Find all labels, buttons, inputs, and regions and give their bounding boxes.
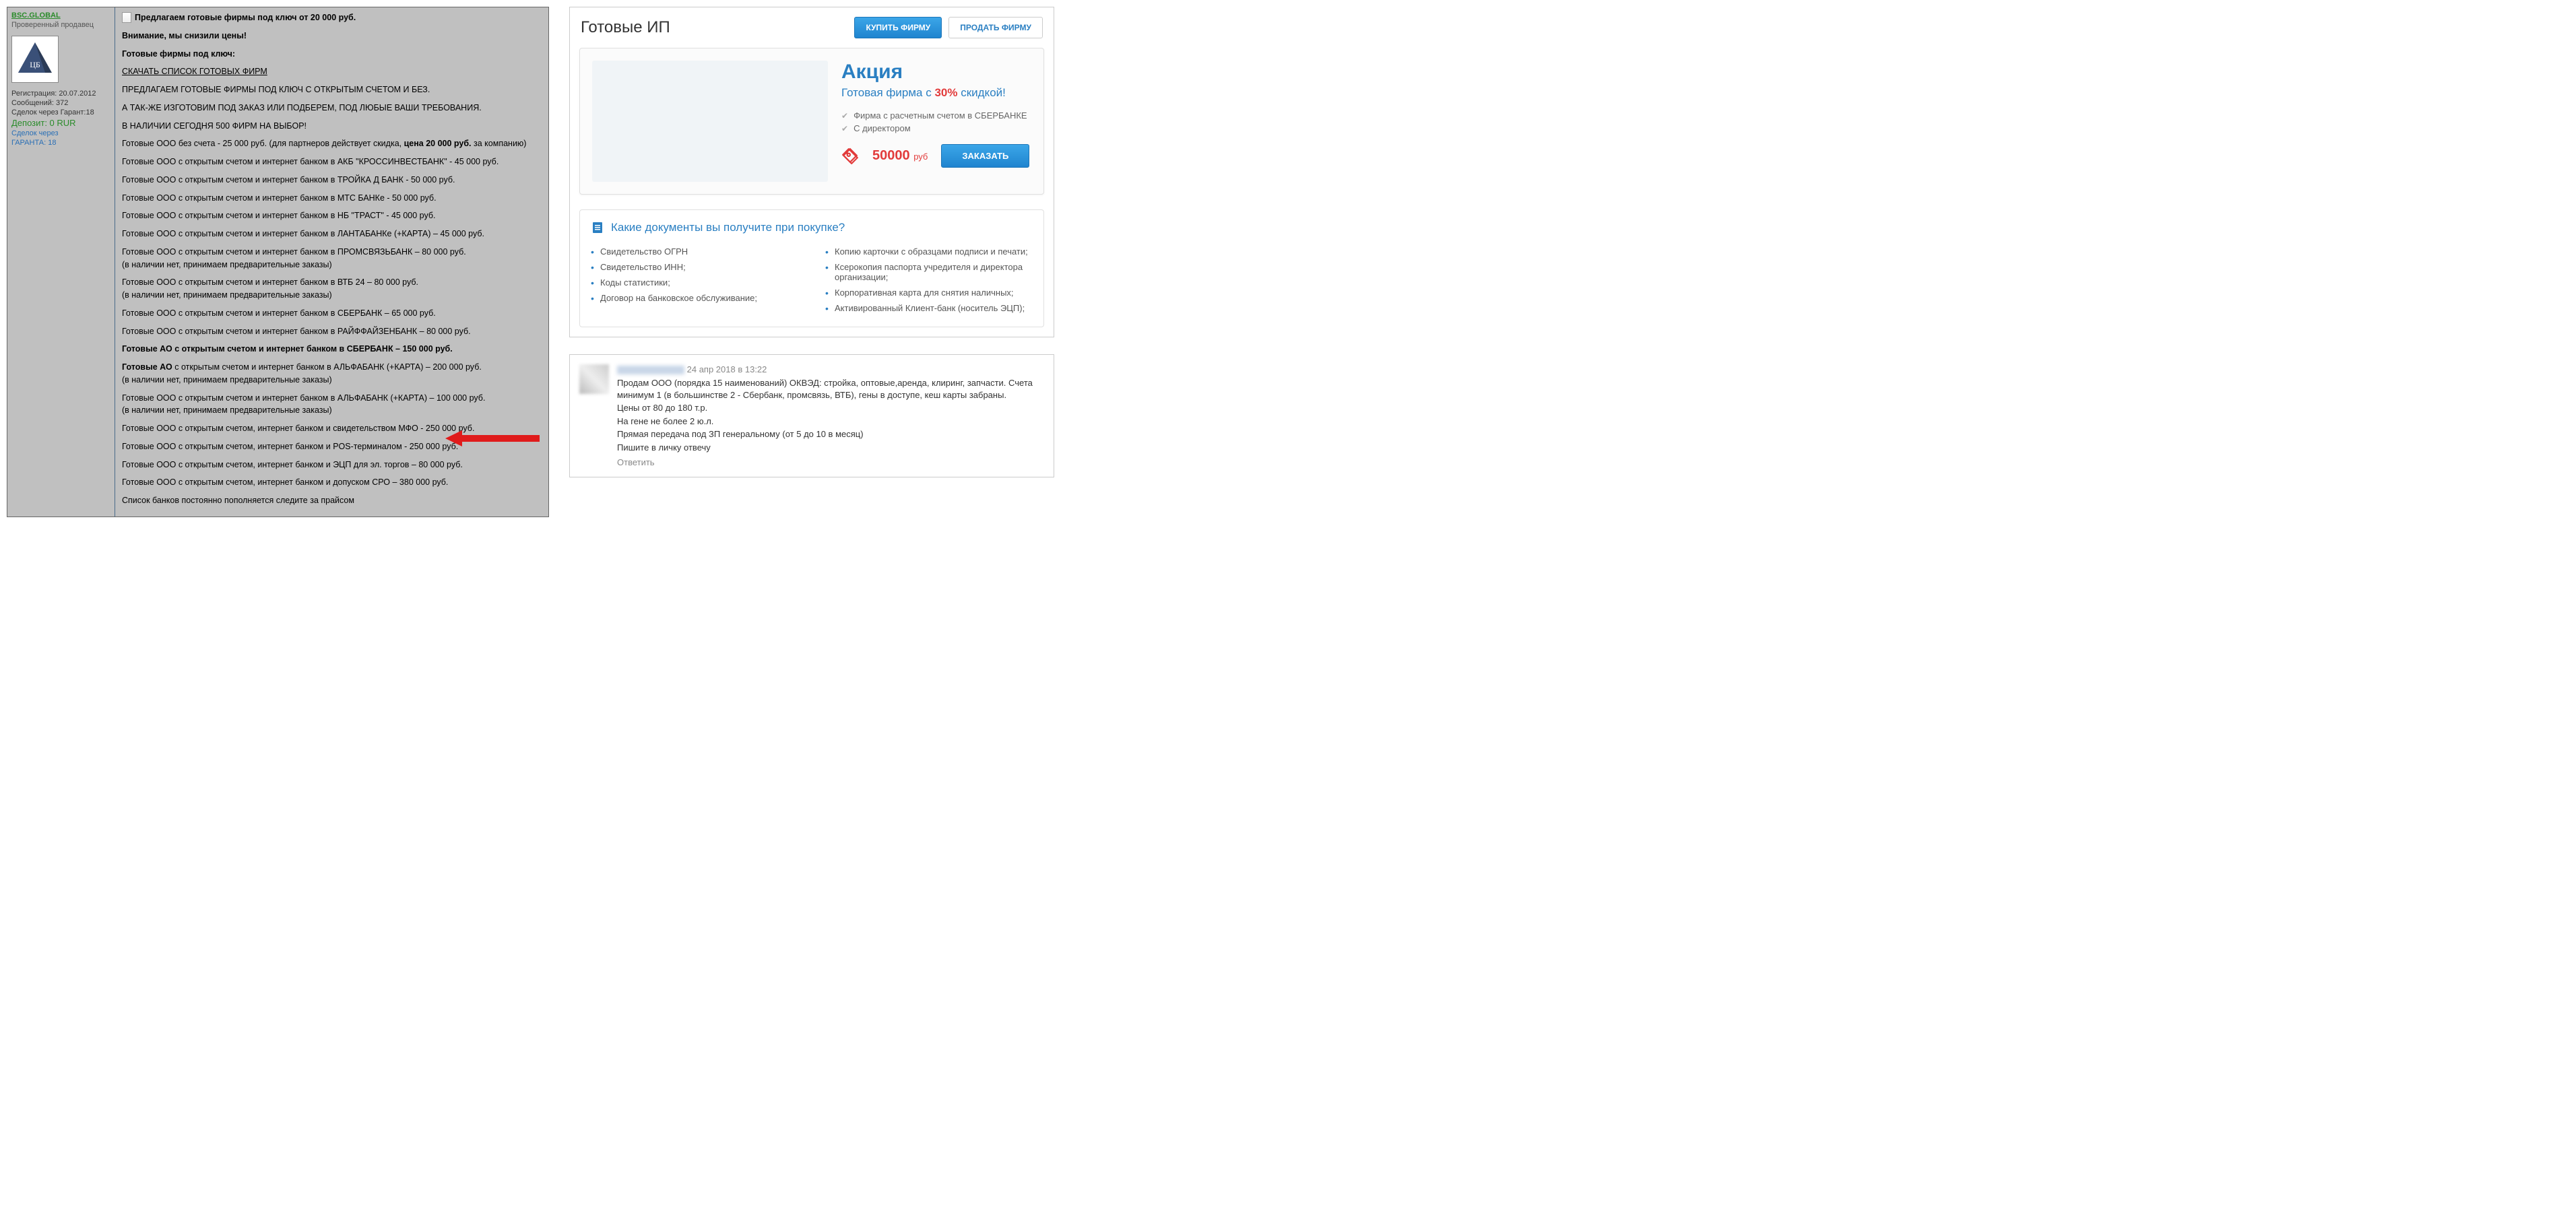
price-line: Готовые ООО с открытым счетом и интернет…	[122, 209, 542, 222]
post-line: А ТАК-ЖЕ ИЗГОТОВИМ ПОД ЗАКАЗ ИЛИ ПОДБЕРЕ…	[122, 102, 542, 114]
docs-list-left: Свидетельство ОГРН Свидетельство ИНН; Ко…	[591, 244, 798, 316]
attention-heading: Внимание, мы снизили цены!	[122, 30, 542, 42]
check-icon: ✔	[841, 124, 848, 133]
promo-heading: Акция	[841, 61, 1031, 84]
post-title: Предлагаем готовые фирмы под ключ от 20 …	[135, 11, 356, 24]
price-line: Готовые ООО с открытым счетом и интернет…	[122, 192, 542, 205]
document-icon	[122, 12, 131, 23]
price-line: Готовые ООО с открытым счетом и интернет…	[122, 276, 542, 302]
comment-date: 24 апр 2018 в 13:22	[687, 364, 767, 374]
price-tag-icon	[841, 147, 859, 165]
order-button[interactable]: ЗАКАЗАТЬ	[941, 144, 1029, 168]
svg-text:ЦБ: ЦБ	[30, 60, 40, 69]
promo-image-placeholder	[592, 61, 828, 182]
price-line: Список банков постоянно пополняется след…	[122, 494, 542, 507]
turnkey-heading: Готовые фирмы под ключ:	[122, 48, 542, 61]
price-line-bold: Готовые АО с открытым счетом и интернет …	[122, 343, 542, 356]
price-line: Готовые АО с открытым счетом и интернет …	[122, 361, 542, 387]
promo-price: 50000 руб	[872, 148, 928, 164]
price-line: Готовые ООО без счета - 25 000 руб. (для…	[122, 137, 542, 150]
post-line: В НАЛИЧИИ СЕГОДНЯ 500 ФИРМ НА ВЫБОР!	[122, 120, 542, 133]
seller-deals: Сделок через Гарант:18	[11, 108, 110, 117]
social-comment: 24 апр 2018 в 13:22 Продам ООО (порядка …	[569, 354, 1054, 477]
docs-heading: Какие документы вы получите при покупке?	[611, 221, 845, 234]
seller-deals-via: Сделок через	[11, 129, 110, 137]
sell-company-button[interactable]: ПРОДАТЬ ФИРМУ	[948, 17, 1043, 38]
buy-company-button[interactable]: КУПИТЬ ФИРМУ	[854, 17, 942, 38]
shop-card: Готовые ИП КУПИТЬ ФИРМУ ПРОДАТЬ ФИРМУ Ак…	[569, 7, 1054, 337]
docs-list-right: Копию карточки с образцами подписи и печ…	[825, 244, 1033, 316]
comment-text: На гене не более 2 ю.л.	[617, 415, 1044, 428]
seller-verified-label: Проверенный продавец	[11, 21, 110, 29]
doc-item: Свидетельство ИНН;	[591, 259, 798, 275]
price-line: Готовые ООО с открытым счетом и интернет…	[122, 325, 542, 338]
price-line: Готовые ООО с открытым счетом и интернет…	[122, 307, 542, 320]
documents-box: Какие документы вы получите при покупке?…	[579, 209, 1044, 327]
comment-text: Цены от 80 до 180 т.р.	[617, 402, 1044, 414]
promo-feature: ✔С директором	[841, 122, 1031, 135]
doc-item: Договор на банковское обслуживание;	[591, 290, 798, 306]
seller-sidebar: BSC.GLOBAL Проверенный продавец ЦБ Регис…	[7, 7, 115, 517]
post-body: Предлагаем готовые фирмы под ключ от 20 …	[115, 7, 548, 517]
seller-deposit: Депозит: 0 RUR	[11, 118, 110, 128]
price-line: Готовые ООО с открытым счетом, интернет …	[122, 459, 542, 471]
seller-logo: ЦБ	[11, 36, 59, 83]
download-list-link[interactable]: СКАЧАТЬ СПИСОК ГОТОВЫХ ФИРМ	[122, 67, 267, 76]
seller-messages: Сообщений: 372	[11, 99, 110, 107]
doc-item: Копию карточки с образцами подписи и печ…	[825, 244, 1033, 259]
price-line: Готовые ООО с открытым счетом и интернет…	[122, 174, 542, 187]
seller-registration: Регистрация: 20.07.2012	[11, 90, 110, 98]
doc-item: Свидетельство ОГРН	[591, 244, 798, 259]
doc-item: Коды статистики;	[591, 275, 798, 290]
doc-item: Ксерокопия паспорта учредителя и директо…	[825, 259, 1033, 285]
promo-feature: ✔Фирма с расчетным счетом в СБЕРБАНКЕ	[841, 109, 1031, 122]
post-line: ПРЕДЛАГАЕМ ГОТОВЫЕ ФИРМЫ ПОД КЛЮЧ С ОТКР…	[122, 84, 542, 96]
comment-text: Прямая передача под ЗП генеральному (от …	[617, 428, 1044, 440]
comment-header: 24 апр 2018 в 13:22	[617, 364, 1044, 374]
doc-item: Активированный Клиент-банк (носитель ЭЦП…	[825, 300, 1033, 316]
price-line: Готовые ООО с открытым счетом, интернет …	[122, 422, 542, 435]
shop-title: Готовые ИП	[581, 18, 670, 37]
price-line-highlighted: Готовые ООО с открытым счетом, интернет …	[122, 440, 542, 453]
avatar	[579, 364, 609, 394]
promo-banner: Акция Готовая фирма с 30% скидкой! ✔Фирм…	[579, 48, 1044, 195]
price-line: Готовые ООО с открытым счетом и интернет…	[122, 228, 542, 240]
price-line: Готовые ООО с открытым счетом, интернет …	[122, 476, 542, 489]
document-list-icon	[591, 221, 604, 234]
forum-post-panel: BSC.GLOBAL Проверенный продавец ЦБ Регис…	[7, 7, 549, 517]
check-icon: ✔	[841, 111, 848, 121]
doc-item: Корпоративная карта для снятия наличных;	[825, 285, 1033, 300]
reply-link[interactable]: Ответить	[617, 457, 1044, 467]
seller-username-link[interactable]: BSC.GLOBAL	[11, 11, 61, 20]
price-line: Готовые ООО с открытым счетом и интернет…	[122, 156, 542, 168]
comment-text: Продам ООО (порядка 15 наименований) ОКВ…	[617, 377, 1044, 401]
price-line: Готовые ООО с открытым счетом и интернет…	[122, 392, 542, 418]
blurred-username	[617, 366, 684, 374]
promo-subheading: Готовая фирма с 30% скидкой!	[841, 86, 1031, 100]
comment-text: Пишите в личку отвечу	[617, 442, 1044, 454]
price-line: Готовые ООО с открытым счетом и интернет…	[122, 246, 542, 271]
seller-guarantor: ГАРАНТА: 18	[11, 139, 110, 147]
